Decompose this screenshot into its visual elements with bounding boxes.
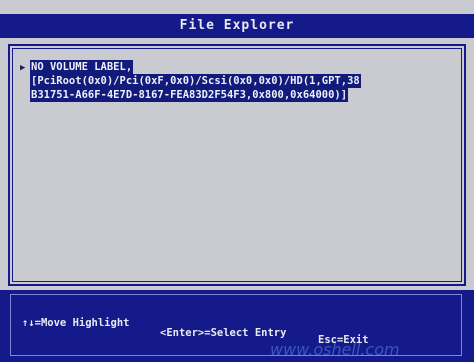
- footer-bar: ↑↓=Move Highlight <Enter>=Select Entry E…: [0, 290, 474, 362]
- volume-label: NO VOLUME LABEL,: [30, 60, 134, 74]
- move-highlight-hint: ↑↓=Move Highlight: [22, 317, 130, 329]
- bios-screen: File Explorer ▶ NO VOLUME LABEL, [PciRoo…: [0, 0, 474, 362]
- device-path-line-1: [PciRoot(0x0)/Pci(0xF,0x0)/Scsi(0x0,0x0)…: [30, 74, 361, 88]
- select-entry-hint: <Enter>=Select Entry: [160, 327, 287, 339]
- watermark-text: www.oshell.com: [270, 340, 400, 359]
- selection-arrow-icon: ▶: [20, 63, 26, 73]
- volume-entry-highlighted[interactable]: NO VOLUME LABEL, [PciRoot(0x0)/Pci(0xF,0…: [30, 60, 361, 102]
- file-entry-list: ▶ NO VOLUME LABEL, [PciRoot(0x0)/Pci(0xF…: [20, 60, 460, 102]
- list-item[interactable]: ▶ NO VOLUME LABEL, [PciRoot(0x0)/Pci(0xF…: [20, 60, 460, 102]
- device-path-line-2: B31751-A66F-4E7D-8167-FEA83D2F54F3,0x800…: [30, 88, 349, 102]
- window-title: File Explorer: [0, 14, 474, 38]
